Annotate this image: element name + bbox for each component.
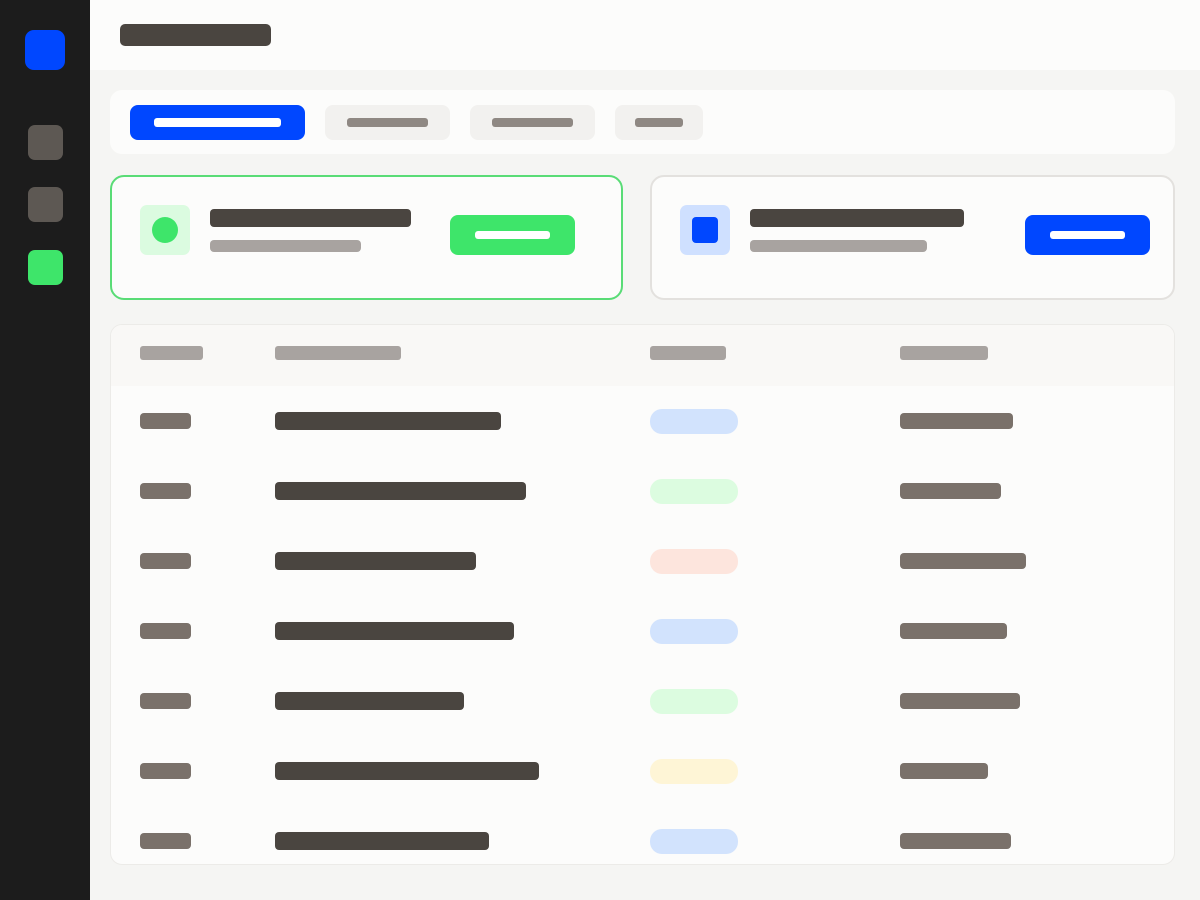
table-row[interactable] (111, 386, 1174, 456)
top-bar (90, 0, 1200, 70)
column-header-3[interactable] (650, 346, 726, 360)
status-badge (650, 759, 738, 784)
status-badge (650, 549, 738, 574)
row-name (275, 552, 476, 570)
row-name (275, 692, 464, 710)
card-blue-title (750, 209, 964, 227)
square-icon (692, 217, 718, 243)
app-logo-icon[interactable] (25, 30, 65, 70)
row-id (140, 483, 191, 499)
card-blue-button-label (1050, 231, 1125, 239)
tab-3[interactable] (470, 105, 595, 140)
row-id (140, 833, 191, 849)
row-meta (900, 483, 1001, 499)
table-row[interactable] (111, 596, 1174, 666)
sidebar-item-2[interactable] (28, 187, 63, 222)
card-blue[interactable] (650, 175, 1175, 300)
tab-2[interactable] (325, 105, 450, 140)
column-header-1[interactable] (140, 346, 203, 360)
card-green-icon-box (140, 205, 190, 255)
row-id (140, 763, 191, 779)
table-row[interactable] (111, 736, 1174, 806)
row-meta (900, 623, 1007, 639)
row-meta (900, 553, 1026, 569)
row-id (140, 623, 191, 639)
row-name (275, 832, 489, 850)
table-header (111, 325, 1174, 386)
table-row[interactable] (111, 526, 1174, 596)
card-green-button-label (475, 231, 550, 239)
sidebar (0, 0, 90, 900)
card-blue-button[interactable] (1025, 215, 1150, 255)
sidebar-item-1[interactable] (28, 125, 63, 160)
row-meta (900, 693, 1020, 709)
tab-3-label (492, 118, 573, 127)
card-green-title (210, 209, 411, 227)
page-title (120, 24, 271, 46)
status-badge (650, 829, 738, 854)
sidebar-item-3[interactable] (28, 250, 63, 285)
status-badge (650, 619, 738, 644)
card-green[interactable] (110, 175, 623, 300)
data-table (110, 324, 1175, 865)
column-header-4[interactable] (900, 346, 988, 360)
tab-2-label (347, 118, 428, 127)
status-dot-icon (152, 217, 178, 243)
row-meta (900, 413, 1013, 429)
card-green-subtitle (210, 240, 361, 252)
status-badge (650, 689, 738, 714)
tab-bar (110, 90, 1175, 154)
tab-4[interactable] (615, 105, 703, 140)
row-id (140, 553, 191, 569)
card-blue-subtitle (750, 240, 927, 252)
card-green-button[interactable] (450, 215, 575, 255)
row-name (275, 762, 539, 780)
row-name (275, 622, 514, 640)
row-id (140, 693, 191, 709)
status-badge (650, 479, 738, 504)
table-row[interactable] (111, 456, 1174, 526)
card-blue-icon-box (680, 205, 730, 255)
row-meta (900, 763, 988, 779)
status-badge (650, 409, 738, 434)
tab-1[interactable] (130, 105, 305, 140)
tab-1-label (154, 118, 281, 127)
row-id (140, 413, 191, 429)
tab-4-label (635, 118, 683, 127)
row-meta (900, 833, 1011, 849)
table-row[interactable] (111, 666, 1174, 736)
table-row[interactable] (111, 806, 1174, 864)
column-header-2[interactable] (275, 346, 401, 360)
row-name (275, 412, 501, 430)
row-name (275, 482, 526, 500)
